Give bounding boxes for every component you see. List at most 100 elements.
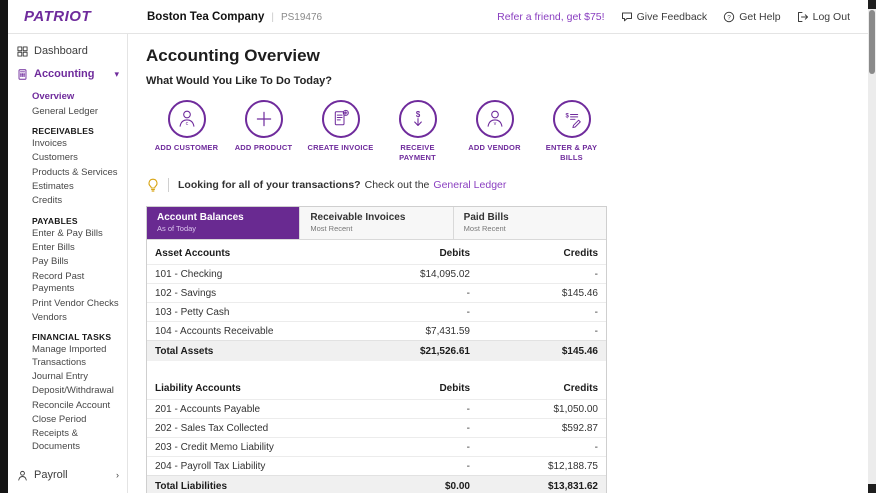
sidebar-item-credits[interactable]: Credits xyxy=(8,194,127,208)
account-name: 201 - Accounts Payable xyxy=(155,403,261,415)
refer-friend-link[interactable]: Refer a friend, get $75! xyxy=(497,11,604,23)
patriot-logo[interactable]: PATRIOT xyxy=(24,8,91,25)
scroll-down-button[interactable] xyxy=(868,484,876,493)
sidebar-item-payroll[interactable]: Payroll › xyxy=(8,464,127,487)
get-help-button[interactable]: ? Get Help xyxy=(723,11,781,23)
page-title: Accounting Overview xyxy=(146,46,320,65)
debits-value: - xyxy=(466,287,470,299)
sidebar-item-receipts-documents[interactable]: Receipts & Documents xyxy=(8,427,127,454)
sidebar-item-reports[interactable]: Reports xyxy=(8,487,127,493)
tab-paid-bills[interactable]: Paid Bills Most Recent xyxy=(453,207,606,240)
sidebar-item-enter-pay-bills[interactable]: Enter & Pay Bills xyxy=(8,227,127,241)
table-header-row: Asset Accounts Debits Credits xyxy=(147,240,606,264)
table-row: 104 - Accounts Receivable $7,431.59 - xyxy=(147,321,606,340)
total-debits: $0.00 xyxy=(444,480,470,492)
debits-value: - xyxy=(466,460,470,472)
svg-text:$: $ xyxy=(415,110,420,119)
account-name: 101 - Checking xyxy=(155,268,223,280)
accounting-icon xyxy=(17,69,28,81)
sidebar-item-deposit-withdrawal[interactable]: Deposit/Withdrawal xyxy=(8,384,127,398)
sidebar-item-label: Payroll xyxy=(34,468,68,481)
logo-zone: PATRIOT xyxy=(8,8,128,26)
general-ledger-link[interactable]: General Ledger xyxy=(433,179,506,191)
tab-subtitle: Most Recent xyxy=(310,224,353,234)
action-create-invoice[interactable]: CREATE INVOICE xyxy=(302,100,379,163)
tab-subtitle: Most Recent xyxy=(463,224,506,234)
logout-icon xyxy=(797,11,809,23)
sidebar-item-reconcile-account[interactable]: Reconcile Account xyxy=(8,399,127,413)
company-name: Boston Tea Company xyxy=(147,10,265,23)
sidebar-item-products-services[interactable]: Products & Services xyxy=(8,166,127,180)
debits-value: - xyxy=(466,403,470,415)
credits-value: $1,050.00 xyxy=(553,403,599,415)
sidebar-item-enter-bills[interactable]: Enter Bills xyxy=(8,241,127,255)
debits-column-header: Debits xyxy=(439,383,470,395)
svg-text:c: c xyxy=(185,121,188,127)
sidebar-section-receivables: RECEIVABLES xyxy=(32,126,95,137)
sidebar-item-general-ledger[interactable]: General Ledger xyxy=(8,105,127,119)
action-add-vendor[interactable]: v ADD VENDOR xyxy=(456,100,533,163)
topbar-actions: Refer a friend, get $75! Give Feedback ?… xyxy=(497,11,868,23)
tab-receivable-invoices[interactable]: Receivable Invoices Most Recent xyxy=(300,207,454,240)
sidebar-section-payables: PAYABLES xyxy=(32,215,78,226)
quick-actions: c ADD CUSTOMER ADD PRODUCT CREATE INVOICE $ R… xyxy=(148,100,868,163)
credits-column-header: Credits xyxy=(563,248,598,260)
table-header-row: Liability Accounts Debits Credits xyxy=(147,375,606,399)
action-add-product[interactable]: ADD PRODUCT xyxy=(225,100,302,163)
table-row: 101 - Checking $14,095.02 - xyxy=(147,264,606,283)
sidebar-section-financial-tasks: FINANCIAL TASKS xyxy=(32,332,112,343)
main-content: Accounting Overview What Would You Like … xyxy=(128,34,868,493)
section-header: Asset Accounts xyxy=(155,248,231,260)
payroll-icon xyxy=(17,470,28,481)
sidebar-item-label: Dashboard xyxy=(34,45,88,57)
tab-account-balances[interactable]: Account Balances As of Today xyxy=(147,207,301,240)
tip-banner: Looking for all of your transactions? Ch… xyxy=(146,178,868,193)
account-name: 102 - Savings xyxy=(155,287,217,299)
sidebar-item-accounting[interactable]: Accounting ▾ xyxy=(8,63,127,86)
add-customer-icon: c xyxy=(167,100,206,138)
add-vendor-icon: v xyxy=(475,100,514,138)
sidebar-item-vendors[interactable]: Vendors xyxy=(8,311,127,325)
sidebar-item-record-past-payments[interactable]: Record Past Payments xyxy=(8,270,127,297)
tip-text: Check out the xyxy=(364,179,430,192)
enter-pay-bills-icon: $ xyxy=(552,100,591,138)
table-total-row: Total Assets $21,526.61 $145.46 xyxy=(147,340,606,362)
sidebar-item-journal-entry[interactable]: Journal Entry xyxy=(8,370,127,384)
sidebar-item-customers[interactable]: Customers xyxy=(8,151,127,165)
sidebar-item-pay-bills[interactable]: Pay Bills xyxy=(8,255,127,269)
sidebar-item-estimates[interactable]: Estimates xyxy=(8,180,127,194)
svg-text:$: $ xyxy=(565,114,569,120)
sidebar-item-dashboard[interactable]: Dashboard xyxy=(8,40,127,63)
table-section-asset-accounts: Asset Accounts Debits Credits 101 - Checkin… xyxy=(147,240,606,362)
table-row: 202 - Sales Tax Collected - $592.87 xyxy=(147,418,606,437)
account-balances-table: Asset Accounts Debits Credits 101 - Checkin… xyxy=(147,240,606,493)
table-row: 102 - Savings - $145.46 xyxy=(147,283,606,302)
sidebar-item-invoices[interactable]: Invoices xyxy=(8,137,127,151)
total-label: Total Assets xyxy=(155,345,214,357)
app-window: PATRIOT Boston Tea Company | PS19476 Ref… xyxy=(0,0,876,493)
action-add-customer[interactable]: c ADD CUSTOMER xyxy=(148,100,225,163)
svg-text:?: ? xyxy=(727,14,731,21)
action-enter-pay-bills[interactable]: $ ENTER & PAY BILLS xyxy=(533,100,610,163)
table-total-row: Total Liabilities $0.00 $13,831.62 xyxy=(147,475,606,493)
sidebar-item-print-vendor-checks[interactable]: Print Vendor Checks xyxy=(8,297,127,311)
action-receive-payment[interactable]: $ RECEIVE PAYMENT xyxy=(379,100,456,163)
credits-value: - xyxy=(594,268,598,280)
content-row: Dashboard Accounting ▾ Overview General Ledg… xyxy=(8,34,868,493)
company-info: Boston Tea Company | PS19476 xyxy=(147,11,322,23)
sidebar-item-label: Accounting xyxy=(34,68,95,81)
page-scrollbar[interactable] xyxy=(868,0,876,493)
credits-value: $12,188.75 xyxy=(547,460,598,472)
receive-payment-icon: $ xyxy=(398,100,437,138)
credits-value: - xyxy=(594,441,598,453)
credits-value: - xyxy=(594,306,598,318)
scroll-up-button[interactable] xyxy=(868,0,876,9)
scrollbar-thumb[interactable] xyxy=(869,10,875,74)
sidebar-item-overview[interactable]: Overview xyxy=(8,90,127,104)
give-feedback-button[interactable]: Give Feedback xyxy=(621,11,707,23)
sidebar-item-manage-imported-transactions[interactable]: Manage Imported Transactions xyxy=(8,343,127,370)
credits-value: $145.46 xyxy=(561,287,598,299)
sidebar-item-close-period[interactable]: Close Period xyxy=(8,413,127,427)
tip-question: Looking for all of your transactions? xyxy=(178,179,361,192)
log-out-button[interactable]: Log Out xyxy=(797,11,850,23)
